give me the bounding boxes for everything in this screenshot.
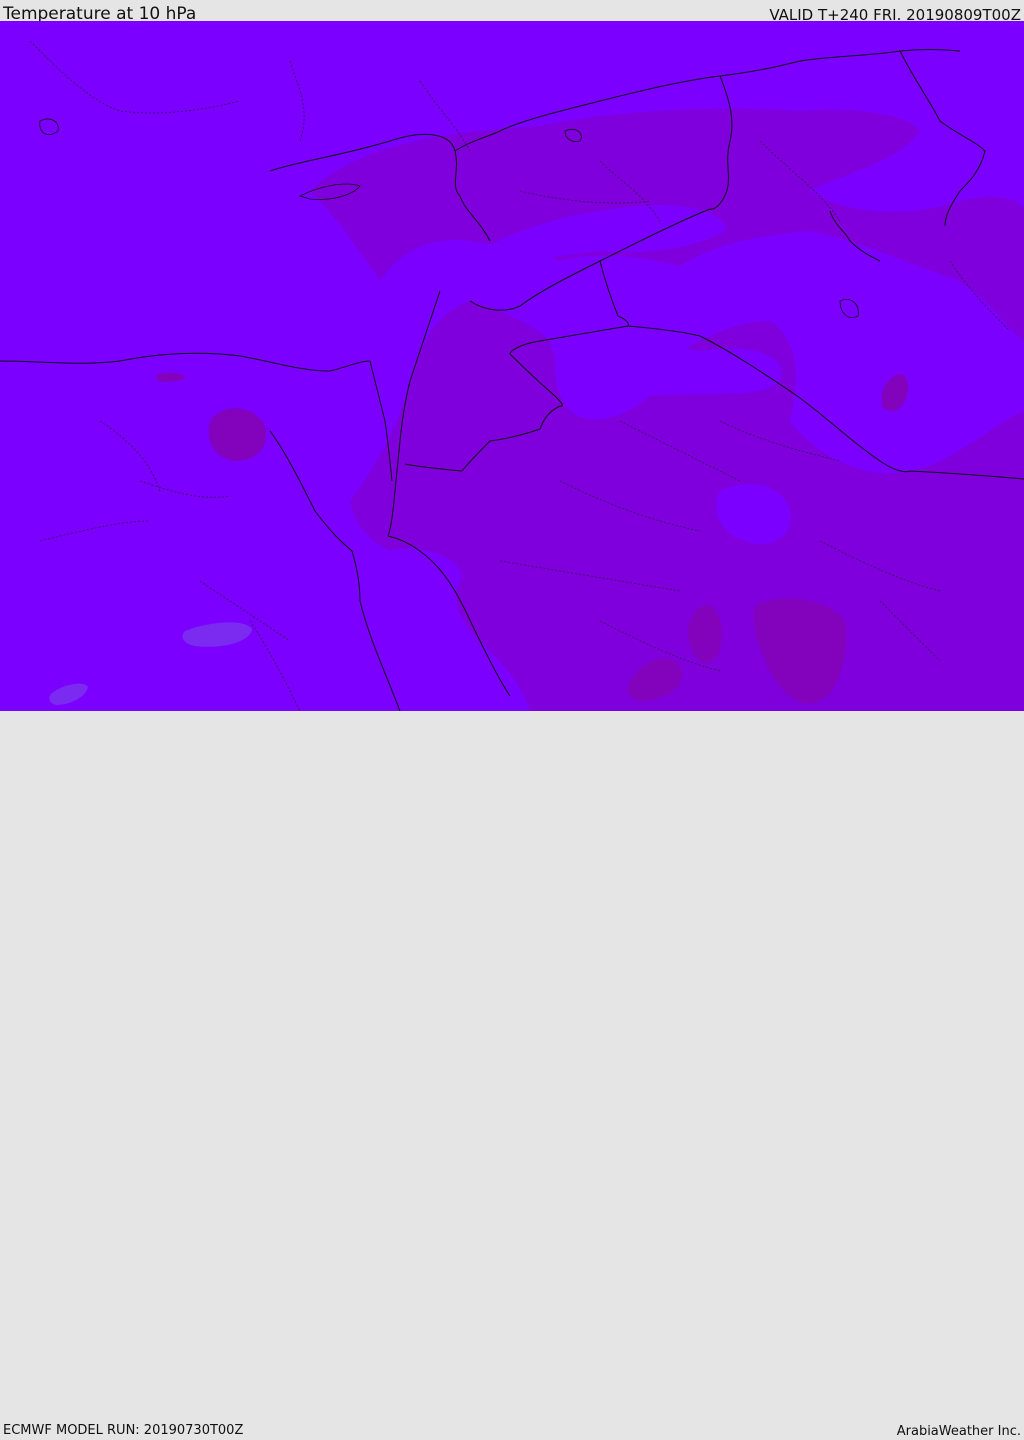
credit-label: ArabiaWeather Inc. xyxy=(896,1424,1021,1439)
temperature-map[interactable] xyxy=(0,21,1024,711)
header-bar: Temperature at 10 hPa VALID T+240 FRI. 2… xyxy=(0,0,1024,24)
model-run: ECMWF MODEL RUN: 20190730T00Z xyxy=(3,1423,244,1438)
footer-bar: ECMWF MODEL RUN: 20190730T00Z ArabiaWeat… xyxy=(0,711,1024,1439)
